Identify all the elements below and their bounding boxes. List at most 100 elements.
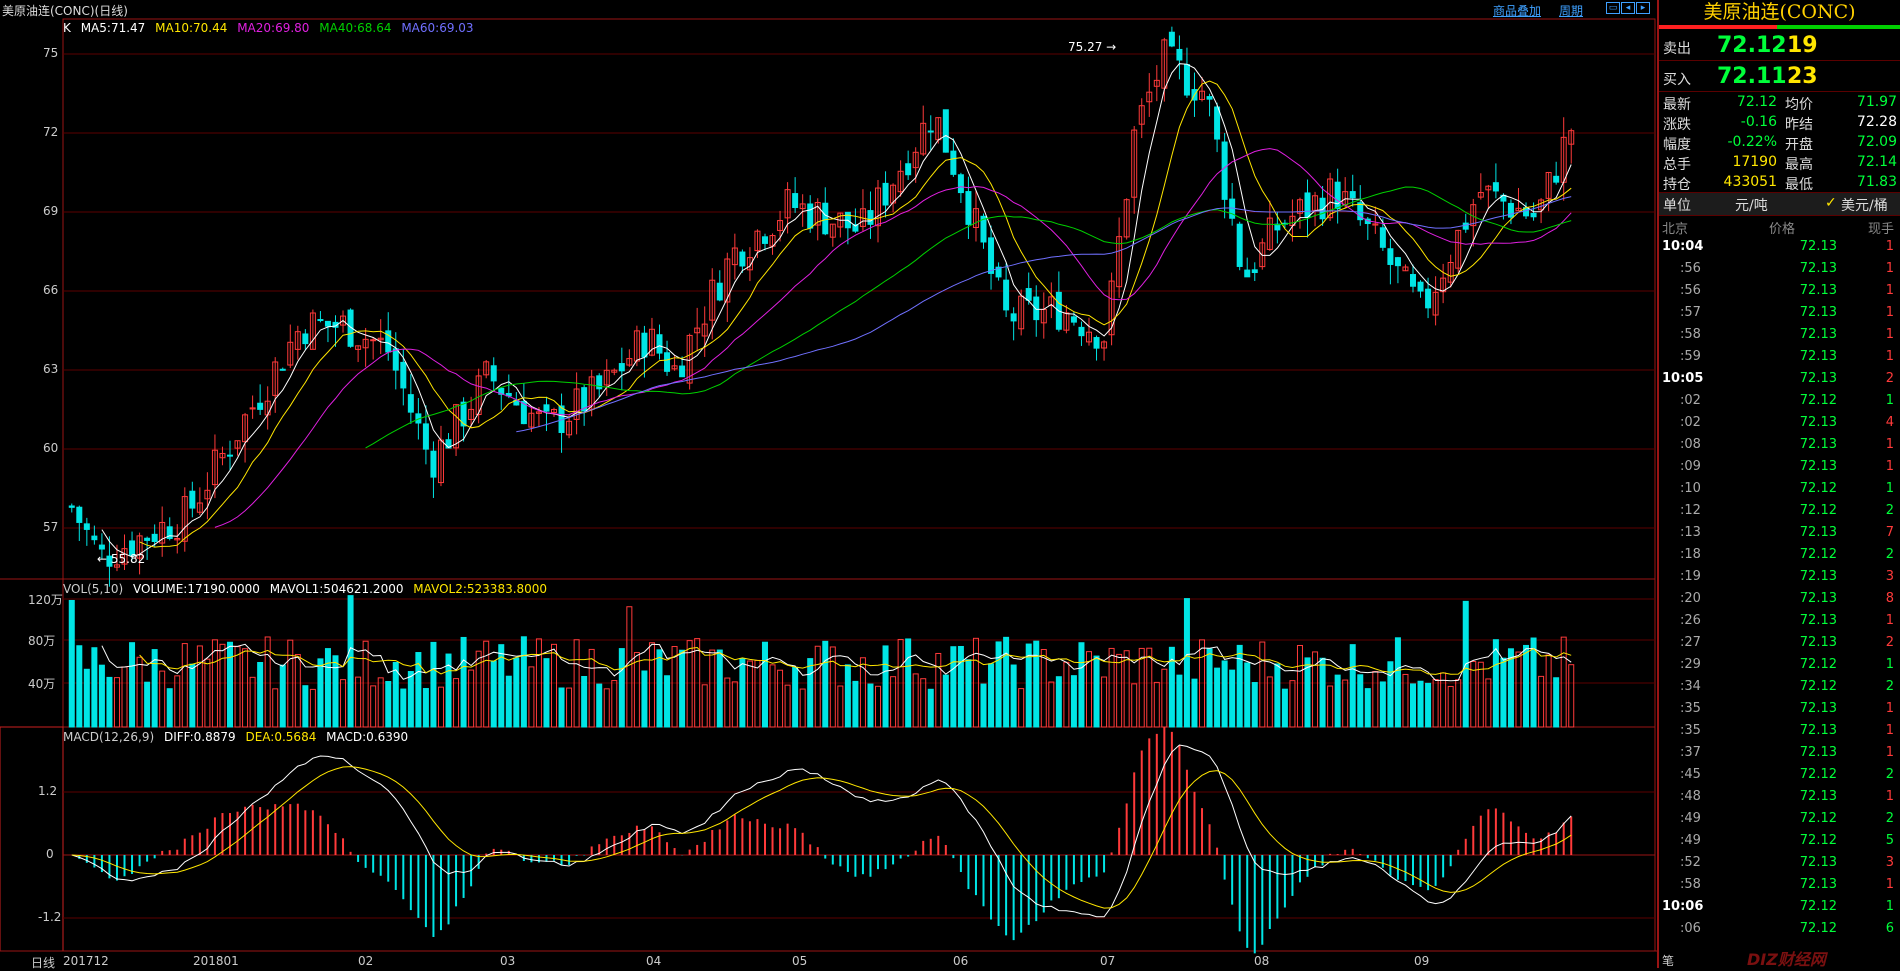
ticks-list[interactable]: 10:04 72.13 1:56 72.13 1:56 72.13 1:57 72.13 1:5…: [1659, 236, 1900, 940]
tick-price: 72.13: [1799, 459, 1837, 474]
volume-bar: [83, 668, 90, 728]
volume-bar: [1364, 688, 1371, 728]
candle-body: [656, 334, 663, 354]
tick-qty: 1: [1885, 789, 1894, 804]
volume-bar: [581, 675, 588, 728]
prev-icon[interactable]: ◂: [1621, 2, 1635, 14]
candle-body: [1010, 313, 1017, 322]
tick-time: :48: [1680, 789, 1701, 804]
volume-bar: [1500, 657, 1507, 728]
tick-row: 10:05 72.13 2: [1659, 368, 1900, 390]
candle-body: [257, 402, 264, 410]
volume-bar: [505, 675, 512, 728]
volume-bar: [1327, 685, 1334, 728]
candle-body: [679, 365, 686, 378]
low-annotation: ← 55.82: [97, 552, 146, 566]
candle-body: [1221, 141, 1228, 200]
candle-body: [392, 348, 399, 371]
tick-row: :59 72.13 1: [1659, 346, 1900, 368]
volume-bar: [1568, 664, 1575, 728]
tick-row: :02 72.13 4: [1659, 412, 1900, 434]
candle-body: [324, 320, 331, 327]
price-tick: 75: [43, 46, 59, 60]
macd-legend: MACD(12,26,9) DIFF:0.8879 DEA:0.5684 MAC…: [63, 730, 414, 744]
tick-time: :27: [1680, 635, 1701, 650]
ma-legend: K MA5:71.47 MA10:70.44 MA20:69.80 MA40:6…: [63, 21, 480, 35]
volume-bar: [950, 646, 957, 728]
candle-body: [618, 363, 625, 372]
tick-qty: 1: [1885, 283, 1894, 298]
tick-price: 72.13: [1799, 855, 1837, 870]
candle-body: [430, 450, 437, 478]
volume-bar: [1470, 661, 1477, 728]
restore-icon[interactable]: ▭: [1606, 2, 1620, 14]
volume-bar: [829, 646, 836, 728]
unit-option-yuan[interactable]: 元/吨: [1735, 195, 1768, 215]
tick-price: 72.13: [1799, 877, 1837, 892]
volume-bar: [935, 652, 942, 728]
volume-bar: [618, 648, 625, 728]
candle-body: [957, 174, 964, 194]
tick-price: 72.13: [1799, 305, 1837, 320]
candle-body: [1168, 31, 1175, 47]
volume-bar: [1515, 651, 1522, 728]
volume-bar: [1146, 647, 1153, 728]
stat-value: 71.83: [1856, 174, 1897, 190]
volume-bar: [965, 659, 972, 728]
volume-bar: [453, 678, 460, 728]
candle-body: [1379, 227, 1386, 248]
volume-bar: [144, 681, 151, 728]
tick-price: 72.13: [1799, 723, 1837, 738]
volume-bar: [746, 660, 753, 728]
volume-bar: [1432, 679, 1439, 728]
quote-panel: 美原油连(CONC) 卖出 72.12 19 买入 72.11 23 最新 72.…: [1657, 0, 1900, 969]
volume-legend: VOL(5,10) VOLUME:17190.0000 MAVOL1:50462…: [63, 582, 553, 596]
macd-tick: 0: [46, 847, 54, 861]
kline-chart[interactable]: [0, 0, 1657, 968]
overlay-button[interactable]: 商品叠加: [1493, 2, 1541, 19]
unit-option-usd[interactable]: 美元/桶: [1841, 195, 1888, 215]
vol-name: VOL(5,10): [63, 582, 124, 596]
candle-body: [1304, 192, 1311, 218]
price-tick: 66: [43, 283, 59, 297]
period-button[interactable]: 周期: [1559, 2, 1583, 19]
volume-bar: [822, 640, 829, 728]
volume-bar: [309, 688, 316, 728]
volume-bar: [1259, 641, 1266, 728]
x-tick: 02: [358, 954, 374, 968]
tick-price: 72.13: [1799, 261, 1837, 276]
tick-price: 72.13: [1799, 789, 1837, 804]
volume-bar: [1538, 675, 1545, 728]
volume-bar: [551, 643, 558, 728]
volume-bar: [543, 658, 550, 728]
candle-body: [1033, 296, 1040, 321]
volume-bar: [1003, 636, 1010, 728]
candle-body: [641, 332, 648, 358]
volume-bar: [347, 595, 354, 728]
tick-row: :48 72.13 1: [1659, 786, 1900, 808]
volume-bar: [257, 661, 264, 728]
period-label: 日线: [31, 956, 56, 970]
volume-bar: [995, 641, 1002, 728]
macd-value: MACD:0.6390: [326, 730, 409, 744]
ticks-header-qty: 现手: [1867, 222, 1894, 237]
volume-bar: [166, 688, 173, 728]
tick-qty: 8: [1885, 591, 1894, 606]
tick-row: :06 72.12 6: [1659, 918, 1900, 940]
volume-bar: [769, 664, 776, 728]
volume-bar: [377, 677, 384, 728]
volume-bar: [1492, 639, 1499, 728]
tick-time: :57: [1680, 305, 1701, 320]
chart-area[interactable]: 美原油连(CONC)(日线) 商品叠加 周期 ▭ ◂ ▸ K MA5:71.47…: [0, 0, 1657, 970]
volume-bar: [1530, 637, 1537, 728]
volume-bar: [927, 688, 934, 728]
candle-body: [950, 150, 957, 175]
tick-qty: 1: [1885, 327, 1894, 342]
tick-row: :27 72.13 2: [1659, 632, 1900, 654]
candle-body: [1183, 64, 1190, 96]
tick-qty: 2: [1885, 503, 1894, 518]
next-icon[interactable]: ▸: [1636, 2, 1650, 14]
tick-time: :09: [1680, 459, 1701, 474]
volume-bar: [355, 676, 362, 728]
x-tick: 05: [792, 954, 808, 968]
